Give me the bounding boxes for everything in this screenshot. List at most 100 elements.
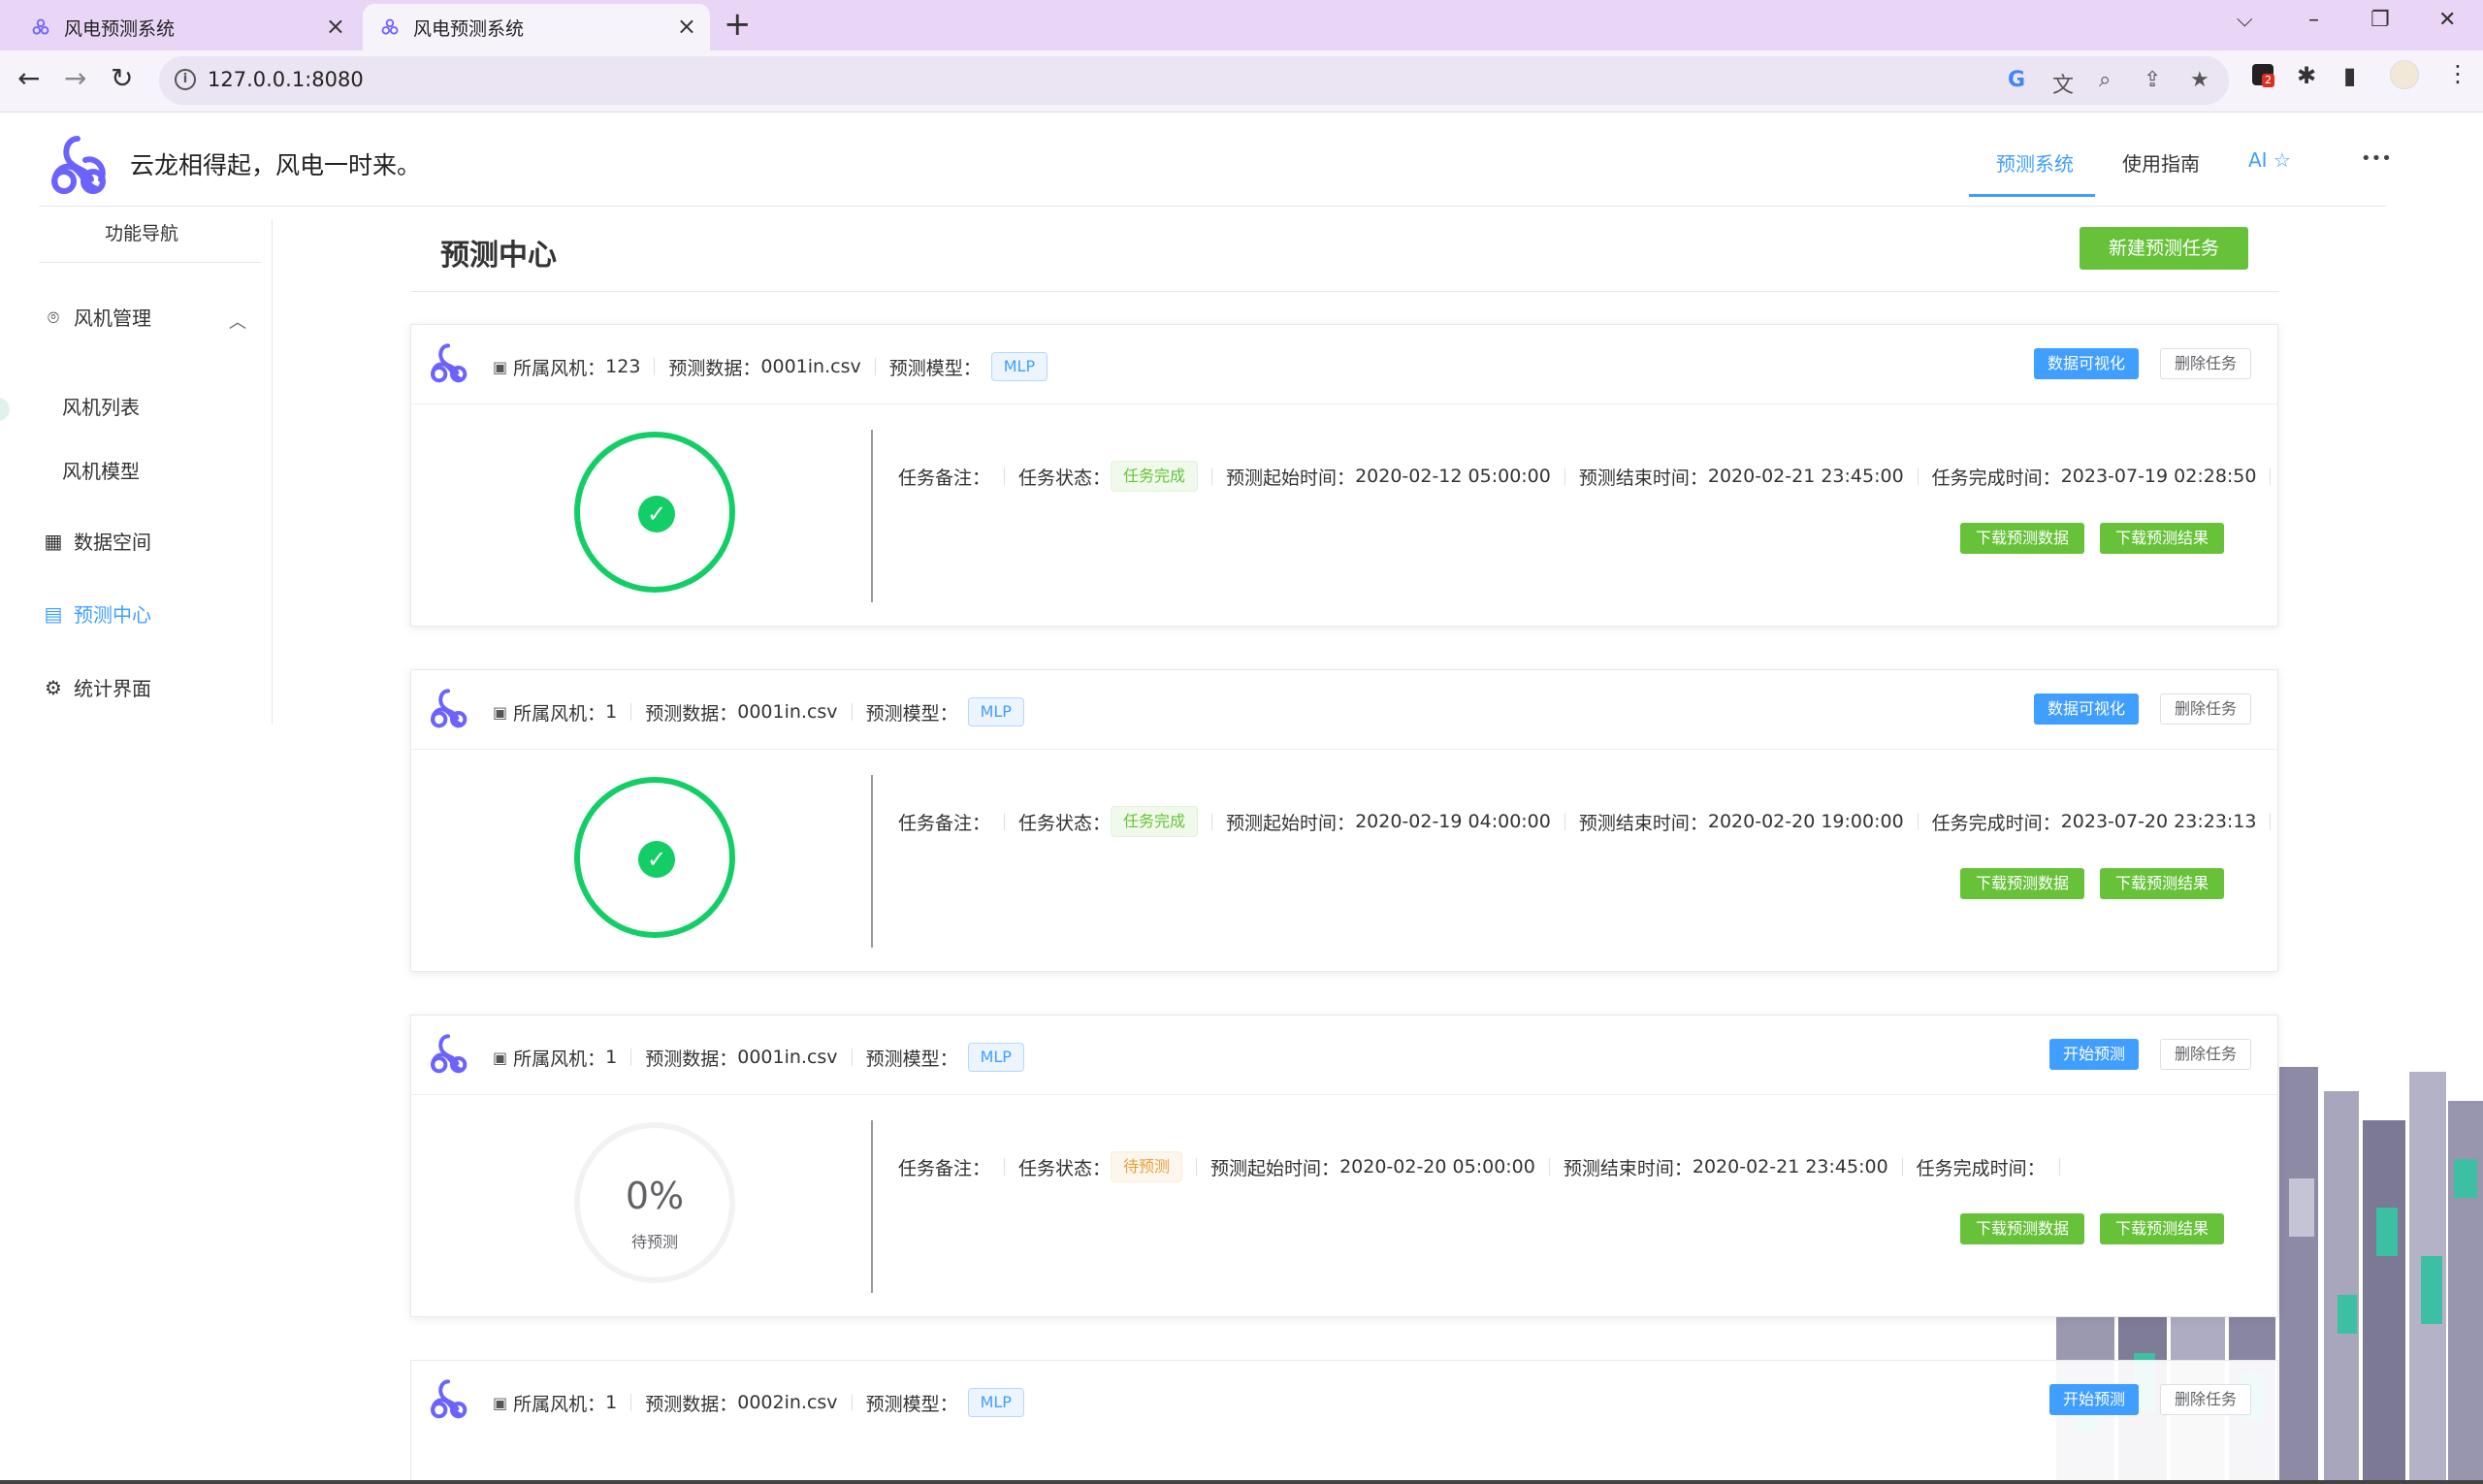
delete-task-button[interactable]: 删除任务 — [2160, 694, 2252, 725]
puzzle-icon[interactable]: ✱ — [2297, 62, 2316, 89]
task-card: ▣ 所属风机： 123 预测数据： 0001in.csv 预测模型： MLP 数… — [410, 324, 2278, 627]
sidebar-divider — [272, 219, 273, 724]
sidebar-item-turbine-list[interactable]: 风机列表 — [62, 392, 140, 420]
download-result-button[interactable]: 下载预测结果 — [2100, 1213, 2225, 1244]
sidebar-title-divider — [39, 262, 262, 263]
status-badge: 任务完成 — [1111, 461, 1199, 492]
new-task-button[interactable]: 新建预测任务 — [2080, 227, 2248, 270]
site-info-icon[interactable]: i — [175, 69, 196, 90]
browser-tab-title: 风电预测系统 — [64, 17, 176, 40]
minimize-icon[interactable]: – — [2308, 8, 2319, 32]
task-card: ▣ 所属风机： 1 预测数据： 0001in.csv 预测模型： MLP 数据可… — [410, 669, 2278, 972]
progress-label: 待预测 — [630, 1233, 678, 1251]
task-card: ▣ 所属风机： 1 预测数据： 0002in.csv 预测模型： MLP 开始预… — [410, 1360, 2278, 1480]
browser-tab-active[interactable]: 风电预测系统 × — [363, 4, 710, 50]
download-data-button[interactable]: 下载预测数据 — [1960, 1213, 2085, 1244]
sidebar-item-data-space[interactable]: ▦ 数据空间 — [43, 527, 151, 555]
app-favicon-icon — [32, 18, 49, 35]
check-icon: ✓ — [638, 841, 675, 878]
start-label: 预测起始时间： — [1226, 812, 1356, 834]
monitor-icon: ▣ — [493, 702, 508, 722]
turbine-label: 所属风机： — [513, 357, 606, 379]
sidebar-title: 功能导航 — [104, 223, 178, 244]
download-data-button[interactable]: 下载预测数据 — [1960, 868, 2085, 899]
restore-icon[interactable]: ❐ — [2370, 8, 2390, 32]
translate-icon[interactable]: 文 — [2052, 68, 2074, 99]
task-info-row: 任务备注： 任务状态： 任务完成 预测起始时间： 2020-02-12 05:0… — [898, 461, 2284, 492]
model-label: 预测模型： — [865, 702, 958, 725]
nav-forecast-system[interactable]: 预测系统 — [1996, 148, 2074, 177]
header-divider — [39, 206, 2386, 207]
new-tab-icon[interactable]: + — [724, 8, 752, 41]
delete-task-button[interactable]: 删除任务 — [2160, 1384, 2252, 1415]
visualize-button[interactable]: 数据可视化 — [2034, 694, 2140, 725]
card-divider — [871, 1120, 873, 1293]
data-file: 0001in.csv — [737, 1047, 838, 1068]
sidebar-item-turbine-model[interactable]: 风机模型 — [62, 456, 140, 484]
monitor-icon: ▣ — [493, 357, 508, 376]
task-card-header: ▣ 所属风机： 1 预测数据： 0001in.csv 预测模型： MLP 数据可… — [411, 670, 2277, 750]
url-text[interactable]: 127.0.0.1:8080 — [208, 68, 364, 91]
browser-tab-title: 风电预测系统 — [413, 17, 525, 40]
more-menu-icon[interactable]: ••• — [2361, 148, 2392, 169]
sidebar-item-statistics[interactable]: ⚙ 统计界面 — [43, 673, 151, 701]
share-icon[interactable]: ⇪ — [2144, 68, 2161, 92]
status-badge: 任务完成 — [1111, 806, 1199, 837]
model-label: 预测模型： — [865, 1393, 958, 1415]
address-bar[interactable]: i 127.0.0.1:8080 G 文 ⌕ ⇪ ★ — [159, 56, 2229, 105]
extension-icon[interactable]: 2 — [2252, 64, 2274, 87]
title-divider — [411, 291, 2279, 292]
sidebar-item-label: 预测中心 — [74, 603, 151, 627]
zoom-icon[interactable]: ⌕ — [2099, 68, 2111, 92]
data-label: 预测数据： — [645, 1048, 738, 1070]
google-icon[interactable]: G — [2008, 68, 2025, 92]
data-label: 预测数据： — [645, 1393, 738, 1415]
task-meta: ▣ 所属风机： 1 预测数据： 0001in.csv 预测模型： MLP — [493, 1043, 1024, 1072]
nav-active-indicator — [1969, 194, 2095, 197]
browser-tab-bar: 风电预测系统 × 风电预测系统 × + ⌵ – ❐ ✕ — [0, 0, 2483, 50]
finish-label: 任务完成时间： — [1931, 812, 2061, 834]
task-info-row: 任务备注： 任务状态： 待预测 预测起始时间： 2020-02-20 05:00… — [898, 1151, 2074, 1182]
progress-ring-complete: ✓ — [574, 432, 735, 593]
chevron-up-icon[interactable]: ︿ — [229, 308, 246, 334]
tab-search-chevron-icon[interactable]: ⌵ — [2237, 8, 2253, 32]
close-tab-icon[interactable]: × — [677, 14, 696, 39]
start-forecast-button[interactable]: 开始预测 — [2049, 1039, 2140, 1070]
nav-user-guide[interactable]: 使用指南 — [2122, 148, 2200, 177]
profile-avatar[interactable] — [2390, 60, 2419, 89]
forward-icon[interactable]: → — [64, 64, 86, 93]
bookmark-star-icon[interactable]: ★ — [2190, 68, 2209, 92]
note-label: 任务备注： — [898, 812, 991, 834]
delete-task-button[interactable]: 删除任务 — [2160, 1039, 2252, 1070]
task-card-header: ▣ 所属风机： 1 预测数据： 0002in.csv 预测模型： MLP 开始预… — [411, 1361, 2277, 1440]
task-card: ▣ 所属风机： 1 预测数据： 0001in.csv 预测模型： MLP 开始预… — [410, 1015, 2278, 1317]
back-icon[interactable]: ← — [17, 64, 40, 93]
turbine-label: 所属风机： — [513, 702, 606, 725]
download-result-button[interactable]: 下载预测结果 — [2100, 868, 2225, 899]
start-forecast-button[interactable]: 开始预测 — [2049, 1384, 2140, 1415]
status-label: 任务状态： — [1018, 1157, 1112, 1179]
status-label: 任务状态： — [1018, 467, 1112, 489]
note-label: 任务备注： — [898, 467, 991, 489]
download-data-button[interactable]: 下载预测数据 — [1960, 523, 2085, 554]
close-tab-icon[interactable]: × — [326, 14, 345, 39]
download-result-button[interactable]: 下载预测结果 — [2100, 523, 2225, 554]
sidebar-item-turbine-management[interactable]: ⌾ 风机管理 — [43, 303, 151, 331]
browser-tab[interactable]: 风电预测系统 × — [14, 4, 359, 50]
delete-task-button[interactable]: 删除任务 — [2160, 348, 2252, 379]
side-panel-icon[interactable]: ▮ — [2343, 62, 2356, 89]
turbine-label: 所属风机： — [513, 1048, 606, 1070]
visualize-button[interactable]: 数据可视化 — [2034, 348, 2140, 379]
sidebar-item-forecast-center[interactable]: ▤ 预测中心 — [43, 599, 151, 628]
reload-icon[interactable]: ↻ — [111, 64, 133, 93]
nav-ai[interactable]: AI ☆ — [2248, 148, 2291, 172]
task-card-header: ▣ 所属风机： 1 预测数据： 0001in.csv 预测模型： MLP 开始预… — [411, 1016, 2277, 1095]
end-label: 预测结束时间： — [1563, 1157, 1693, 1179]
document-icon: ▤ — [44, 601, 63, 626]
status-badge: 待预测 — [1111, 1151, 1183, 1182]
model-label: 预测模型： — [888, 357, 982, 379]
close-window-icon[interactable]: ✕ — [2438, 8, 2456, 32]
sidebar-item-label: 数据空间 — [74, 531, 151, 554]
browser-menu-icon[interactable]: ⋮ — [2446, 60, 2469, 87]
start-value: 2020-02-12 05:00:00 — [1355, 466, 1551, 487]
